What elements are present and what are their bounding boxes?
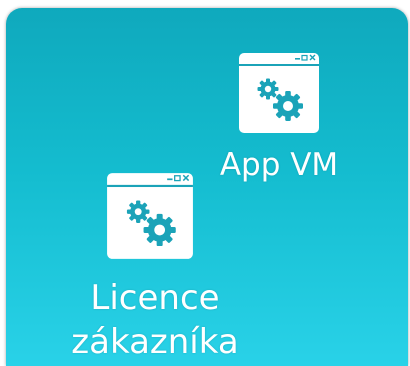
app-window-gears-icon: [238, 52, 320, 134]
node-label-line-1: Licence: [90, 278, 220, 318]
node-label-licence-zakaznika: Licence zákazníka: [66, 276, 244, 364]
diagram-panel: App VM Licence zákazníka: [6, 8, 408, 366]
node-label-app-vm: App VM: [219, 147, 339, 183]
node-label-line-2: zákazníka: [71, 322, 239, 362]
app-window-gears-icon: [106, 172, 194, 260]
